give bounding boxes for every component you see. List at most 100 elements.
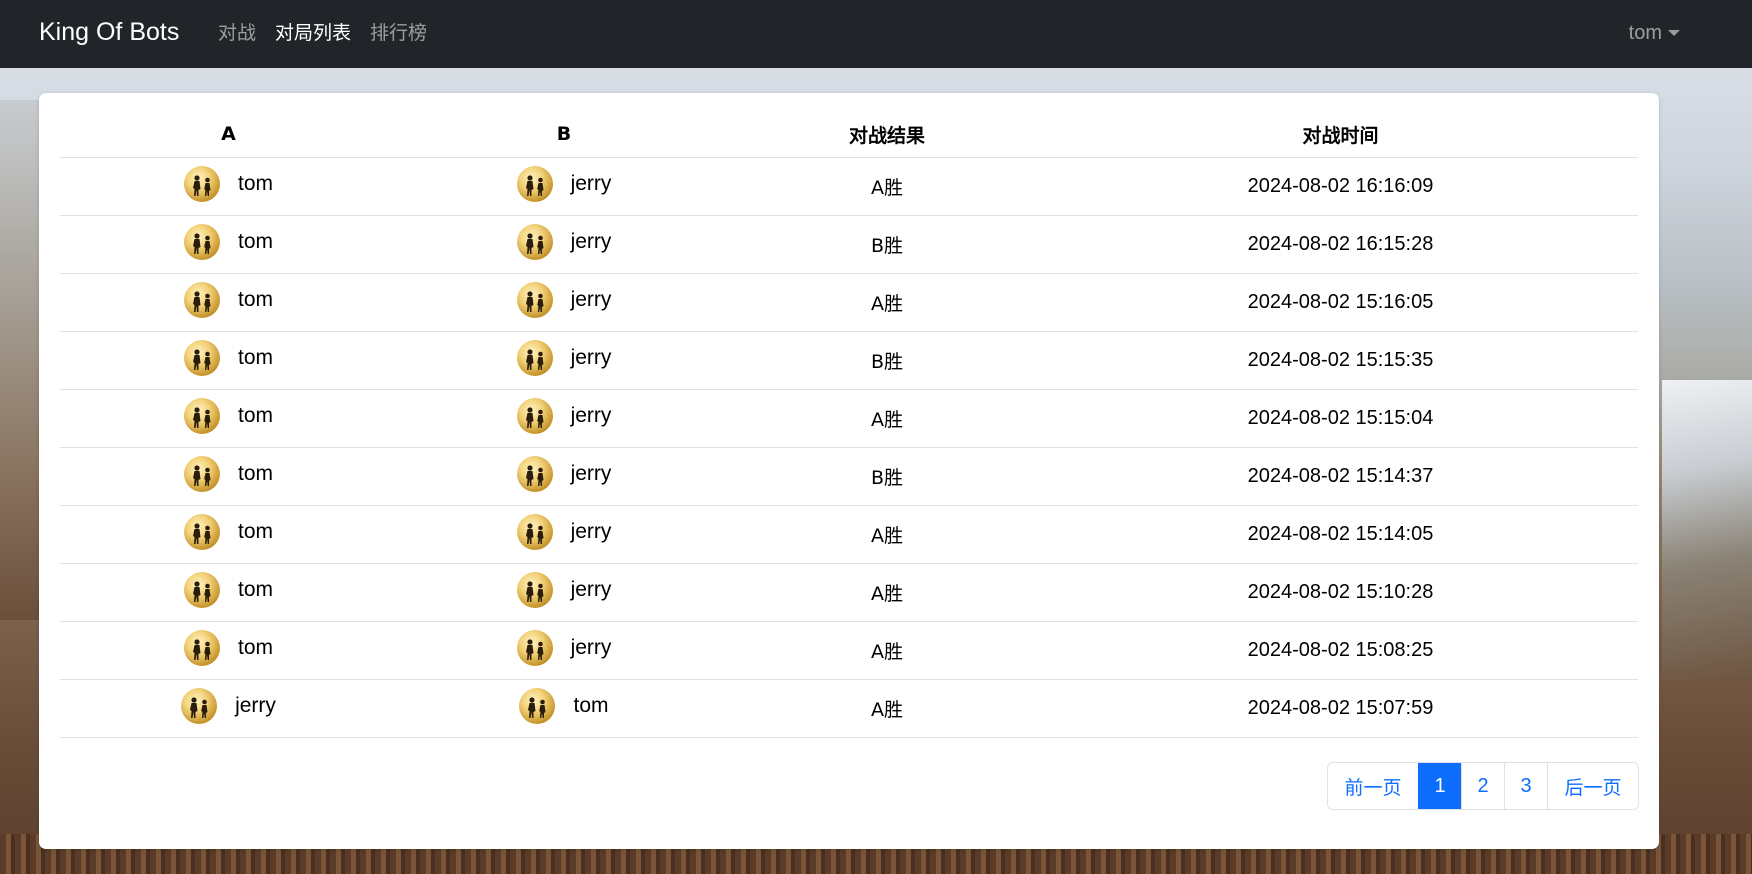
brand-link[interactable]: King Of Bots bbox=[39, 16, 179, 48]
player-a: tom bbox=[183, 339, 273, 376]
table-row: tom jerry B胜 2024-08-02 15:14:37 bbox=[60, 447, 1638, 506]
player-avatar-icon bbox=[183, 223, 220, 260]
player-a: tom bbox=[183, 281, 273, 318]
player-b-name: jerry bbox=[570, 461, 612, 485]
time-text: 2024-08-02 15:16:05 bbox=[1247, 291, 1434, 313]
caret-down-icon bbox=[1668, 30, 1680, 36]
player-avatar-icon bbox=[181, 687, 218, 724]
time-cell: 2024-08-02 16:15:28 bbox=[1043, 215, 1638, 274]
user-dropdown[interactable]: tom bbox=[1629, 20, 1680, 46]
player-b-name: jerry bbox=[570, 287, 612, 311]
table-row: tom jerry A胜 2024-08-02 15:14:05 bbox=[60, 505, 1638, 564]
player-b: jerry bbox=[516, 223, 611, 260]
player-avatar-icon bbox=[183, 281, 220, 318]
player-b: jerry bbox=[516, 165, 612, 202]
player-a-cell: jerry bbox=[60, 679, 397, 738]
result-text: A胜 bbox=[871, 583, 903, 605]
result-cell: B胜 bbox=[731, 447, 1043, 506]
player-a-cell: tom bbox=[60, 447, 397, 506]
player-b-name: jerry bbox=[570, 171, 612, 195]
result-cell: A胜 bbox=[731, 505, 1043, 564]
player-a-name: tom bbox=[237, 635, 273, 659]
player-avatar-icon bbox=[183, 397, 220, 434]
nav-link-ranklist[interactable]: 排行榜 bbox=[370, 20, 427, 46]
header-result: 对战结果 bbox=[731, 111, 1043, 158]
header-b: B bbox=[397, 111, 731, 158]
time-text: 2024-08-02 15:07:59 bbox=[1247, 697, 1434, 719]
result-text: A胜 bbox=[871, 177, 903, 199]
player-b-cell: jerry bbox=[397, 563, 731, 622]
pagination: 前一页 1 2 3 后一页 bbox=[1327, 762, 1639, 810]
player-avatar-icon bbox=[183, 165, 220, 202]
next-page-button[interactable]: 后一页 bbox=[1547, 763, 1638, 809]
player-a: tom bbox=[183, 165, 273, 202]
player-a-name: tom bbox=[237, 403, 273, 427]
player-avatar-icon bbox=[516, 629, 553, 666]
player-avatar-icon bbox=[516, 165, 553, 202]
player-a-name: tom bbox=[237, 229, 273, 253]
table-row: tom jerry A胜 2024-08-02 15:15:04 bbox=[60, 389, 1638, 448]
nav-link-battle[interactable]: 对战 bbox=[218, 20, 256, 46]
time-text: 2024-08-02 15:15:04 bbox=[1247, 407, 1434, 429]
player-a: tom bbox=[183, 513, 273, 550]
player-avatar-icon bbox=[183, 571, 220, 608]
player-a-cell: tom bbox=[60, 563, 397, 622]
user-name: tom bbox=[1628, 22, 1662, 44]
table-row: tom jerry A胜 2024-08-02 16:16:09 bbox=[60, 157, 1638, 216]
result-cell: A胜 bbox=[731, 273, 1043, 332]
player-a-name: tom bbox=[237, 461, 273, 485]
player-b-cell: jerry bbox=[397, 157, 731, 216]
player-avatar-icon bbox=[516, 571, 553, 608]
time-cell: 2024-08-02 15:16:05 bbox=[1043, 273, 1638, 332]
table-row: tom jerry A胜 2024-08-02 15:16:05 bbox=[60, 273, 1638, 332]
result-cell: A胜 bbox=[731, 679, 1043, 738]
player-b-cell: jerry bbox=[397, 621, 731, 680]
player-b: jerry bbox=[516, 339, 611, 376]
time-cell: 2024-08-02 15:14:37 bbox=[1043, 447, 1638, 506]
time-cell: 2024-08-02 15:10:28 bbox=[1043, 563, 1638, 622]
nav-link-record-list[interactable]: 对局列表 bbox=[275, 20, 351, 46]
player-a-name: tom bbox=[237, 577, 273, 601]
player-avatar-icon bbox=[516, 455, 553, 492]
player-a-cell: tom bbox=[60, 157, 397, 216]
time-cell: 2024-08-02 15:08:25 bbox=[1043, 621, 1638, 680]
player-b-cell: jerry bbox=[397, 215, 731, 274]
player-b-name: tom bbox=[573, 693, 609, 717]
player-a-name: tom bbox=[237, 171, 273, 195]
background-scenery-right bbox=[1662, 380, 1752, 680]
player-a: tom bbox=[183, 571, 273, 608]
top-navbar: King Of Bots 对战 对局列表 排行榜 tom bbox=[0, 0, 1752, 68]
time-text: 2024-08-02 15:15:35 bbox=[1247, 349, 1434, 371]
player-a-name: tom bbox=[237, 519, 273, 543]
page-2-button[interactable]: 2 bbox=[1461, 763, 1504, 809]
player-avatar-icon bbox=[516, 223, 553, 260]
result-text: A胜 bbox=[871, 293, 903, 315]
time-text: 2024-08-02 16:16:09 bbox=[1247, 175, 1434, 197]
time-text: 2024-08-02 15:08:25 bbox=[1247, 639, 1434, 661]
player-b-name: jerry bbox=[570, 403, 612, 427]
time-text: 2024-08-02 15:10:28 bbox=[1247, 581, 1434, 603]
time-cell: 2024-08-02 15:15:35 bbox=[1043, 331, 1638, 390]
page-3-button[interactable]: 3 bbox=[1504, 763, 1547, 809]
time-text: 2024-08-02 15:14:05 bbox=[1247, 523, 1434, 545]
table-row: jerry tom A胜 2024-08-02 15:07:59 bbox=[60, 679, 1638, 738]
time-cell: 2024-08-02 15:15:04 bbox=[1043, 389, 1638, 448]
table-row: tom jerry A胜 2024-08-02 15:10:28 bbox=[60, 563, 1638, 622]
player-a-name: tom bbox=[237, 287, 273, 311]
page-1-button[interactable]: 1 bbox=[1418, 763, 1461, 809]
nav-links: 对战 对局列表 排行榜 bbox=[218, 20, 446, 46]
result-text: B胜 bbox=[870, 351, 904, 373]
player-avatar-icon bbox=[183, 629, 220, 666]
player-a-cell: tom bbox=[60, 215, 397, 274]
records-body: tom jerry A胜 2024-08-02 16:16:09 tom jerry B胜 2… bbox=[60, 157, 1638, 738]
player-b: jerry bbox=[516, 397, 612, 434]
table-row: tom jerry A胜 2024-08-02 15:08:25 bbox=[60, 621, 1638, 680]
player-a: tom bbox=[183, 629, 273, 666]
prev-page-button[interactable]: 前一页 bbox=[1328, 763, 1418, 809]
player-a-cell: tom bbox=[60, 505, 397, 564]
player-a: tom bbox=[183, 223, 273, 260]
player-b: jerry bbox=[516, 281, 612, 318]
player-a: jerry bbox=[181, 687, 276, 724]
player-avatar-icon bbox=[519, 687, 556, 724]
result-text: B胜 bbox=[870, 467, 904, 489]
